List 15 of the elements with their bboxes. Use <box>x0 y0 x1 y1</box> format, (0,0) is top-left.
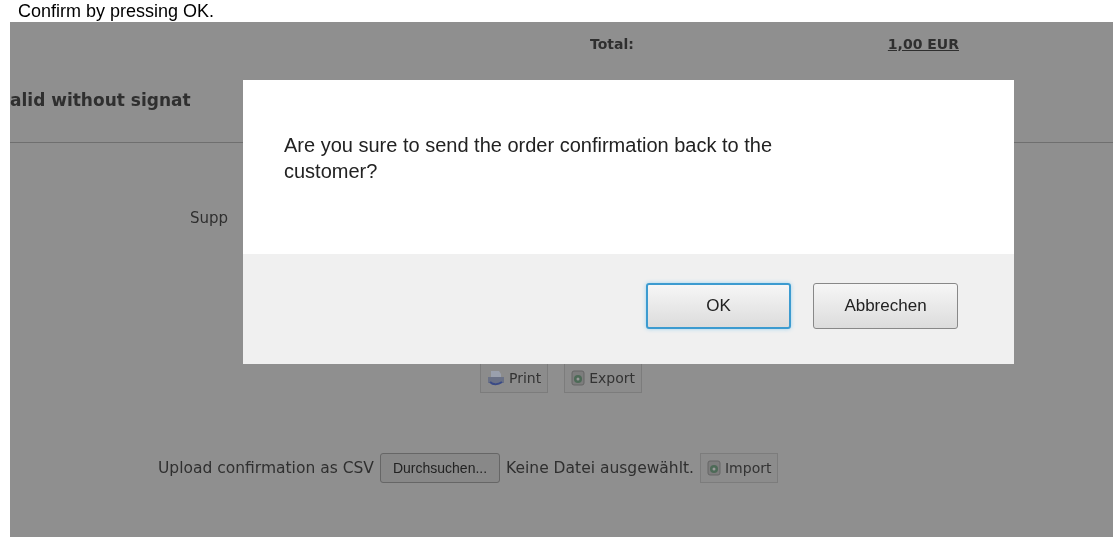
cancel-button[interactable]: Abbrechen <box>813 283 958 329</box>
total-label: Total: <box>590 36 634 54</box>
ok-button[interactable]: OK <box>646 283 791 329</box>
support-label: Supp <box>190 209 229 227</box>
upload-label: Upload confirmation as CSV <box>158 459 374 477</box>
caption-text: Confirm by pressing OK. <box>17 0 216 22</box>
file-status: Keine Datei ausgewählt. <box>506 459 694 477</box>
dialog-message: Are you sure to send the order confirmation back to the customer? <box>284 133 774 184</box>
printer-icon <box>487 370 505 386</box>
import-button[interactable]: Import <box>700 453 779 483</box>
browse-button[interactable]: Durchsuchen... <box>379 453 501 483</box>
total-amount[interactable]: 1,00 EUR <box>887 36 959 60</box>
print-button[interactable]: Print <box>480 363 549 393</box>
export-button[interactable]: Export <box>564 363 643 393</box>
note-text: alid without signat <box>10 90 191 110</box>
